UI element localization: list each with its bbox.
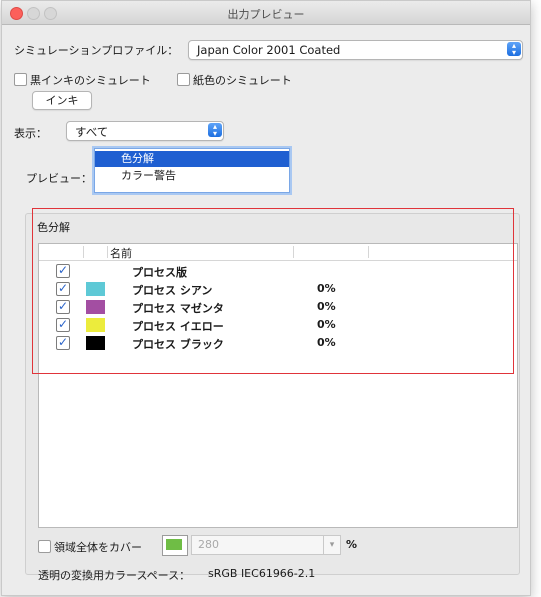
transparency-color-space-label: 透明の変換用カラースペース： <box>38 569 191 582</box>
preview-option-color-warning[interactable]: カラー警告 <box>95 168 289 184</box>
coverage-color-button[interactable] <box>162 535 188 556</box>
ink-button[interactable]: インキ <box>32 91 92 110</box>
chevron-down-icon[interactable]: ▾ <box>323 536 340 554</box>
preview-label: プレビュー： <box>26 172 92 185</box>
cover-entire-area-label: 領域全体をカバー <box>54 541 142 554</box>
simulation-profile-value: Japan Color 2001 Coated <box>197 43 341 57</box>
cover-entire-area-checkbox[interactable] <box>38 540 51 553</box>
simulate-paper-color-label: 紙色のシミュレート <box>193 74 292 87</box>
popup-arrows-icon: ▴ ▾ <box>208 123 222 138</box>
preview-mode-list[interactable]: 色分解 カラー警告 <box>94 148 290 193</box>
popup-arrows-icon: ▴ ▾ <box>507 42 521 57</box>
preview-option-separations[interactable]: 色分解 <box>95 151 289 167</box>
title-bar[interactable]: 出力プレビュー <box>2 1 530 25</box>
simulation-profile-popup[interactable]: Japan Color 2001 Coated ▴ ▾ <box>188 40 523 60</box>
coverage-percent-combo[interactable]: 280 ▾ <box>191 535 341 555</box>
coverage-color-swatch <box>166 539 182 550</box>
display-value: すべて <box>75 125 109 139</box>
simulate-black-ink-label: 黒インキのシミュレート <box>30 74 151 87</box>
highlight-annotation-box <box>32 208 514 374</box>
window-title: 出力プレビュー <box>227 8 305 21</box>
coverage-percent-value: 280 <box>198 538 219 551</box>
simulation-profile-label: シミュレーションプロファイル： <box>14 44 179 57</box>
display-label: 表示： <box>14 127 47 140</box>
coverage-percent-unit: % <box>346 538 358 551</box>
simulate-black-ink-checkbox[interactable] <box>14 73 27 86</box>
simulate-paper-color-checkbox[interactable] <box>177 73 190 86</box>
display-popup[interactable]: すべて ▴ ▾ <box>66 121 224 141</box>
transparency-color-space-value: sRGB IEC61966-2.1 <box>208 567 316 580</box>
